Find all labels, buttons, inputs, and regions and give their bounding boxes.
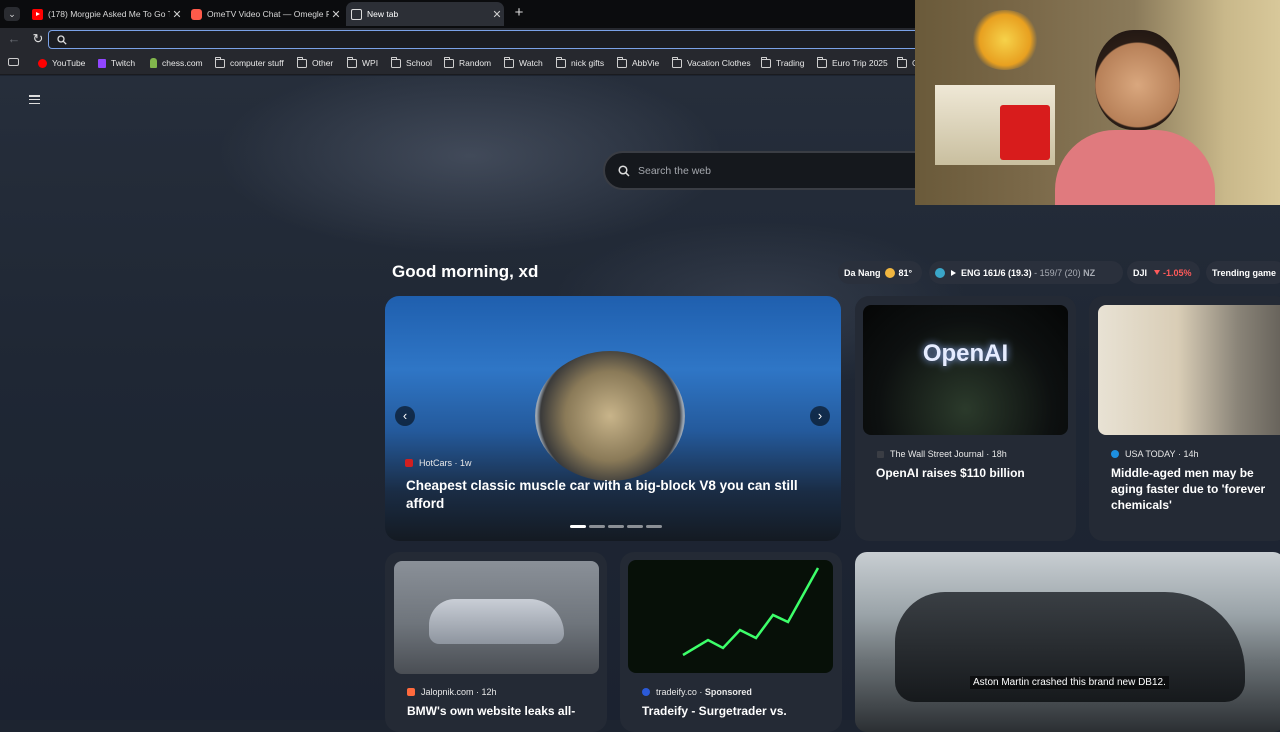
- bookmark-folder[interactable]: computer stuff: [215, 56, 284, 70]
- bookmark-folder[interactable]: WPI: [347, 56, 378, 70]
- reading-list-icon[interactable]: [8, 58, 19, 66]
- bookmark-folder[interactable]: Other: [297, 56, 333, 70]
- youtube-icon: [32, 8, 43, 20]
- reload-icon[interactable]: ↻: [30, 31, 46, 47]
- green-chart-image: [628, 560, 833, 673]
- news-card-bmw[interactable]: Jalopnik.com · 12h BMW's own website lea…: [385, 552, 607, 732]
- news-card-openai[interactable]: OpenAI The Wall Street Journal · 18h Ope…: [855, 296, 1076, 541]
- youtube-icon: [38, 58, 47, 68]
- tradeify-icon: [642, 688, 650, 696]
- carousel-dots[interactable]: [570, 525, 662, 528]
- bookmark-chess[interactable]: chess.com: [150, 56, 203, 70]
- tab-close-icon[interactable]: ✕: [170, 8, 184, 21]
- usatoday-icon: [1111, 450, 1119, 458]
- weather-pill[interactable]: Da Nang 81°: [838, 261, 922, 284]
- tab-youtube[interactable]: (178) Morgpie Asked Me To Go To ✕: [28, 2, 184, 26]
- live-play-icon: [951, 269, 956, 276]
- trending-pill[interactable]: Trending game: [1206, 261, 1280, 284]
- news-source: USA TODAY · 14h: [1111, 449, 1199, 459]
- tab-title: (178) Morgpie Asked Me To Go To: [48, 9, 170, 19]
- folder-icon: [761, 56, 771, 68]
- news-headline: OpenAI raises $110 billion: [876, 466, 1025, 480]
- tab-close-icon[interactable]: ✕: [329, 8, 343, 21]
- new-tab-icon: [351, 8, 362, 20]
- folder-icon: [297, 56, 307, 68]
- tab-list-chevron-icon[interactable]: ⌄: [4, 7, 20, 21]
- car-headlight-image: [535, 351, 685, 481]
- weather-icon: [884, 267, 895, 278]
- bookmark-folder[interactable]: School: [391, 56, 432, 70]
- tab-new-tab[interactable]: New tab ✕: [346, 2, 504, 26]
- down-triangle-icon: [1154, 270, 1161, 275]
- search-icon: [618, 165, 630, 177]
- folder-icon: [672, 56, 682, 68]
- sponsored-card-tradeify[interactable]: tradeify.co · Sponsored Tradeify - Surge…: [620, 552, 842, 732]
- jalopnik-icon: [407, 688, 415, 696]
- search-icon: [57, 34, 67, 45]
- greeting: Good morning, xd: [392, 262, 539, 281]
- tab-ometv[interactable]: OmeTV Video Chat — Omegle Ra ✕: [187, 2, 343, 26]
- person-image: [1055, 20, 1215, 205]
- news-headline: Tradeify - Surgetrader vs.: [642, 704, 787, 718]
- folder-icon: [817, 56, 827, 68]
- news-source: tradeify.co · Sponsored: [642, 687, 752, 697]
- previous-slide-button[interactable]: ‹: [395, 406, 415, 426]
- folder-icon: [504, 56, 514, 68]
- bookmark-folder[interactable]: Random: [444, 56, 491, 70]
- tab-title: New tab: [367, 9, 399, 19]
- webcam-overlay: [915, 0, 1280, 205]
- web-search-box[interactable]: Search the web: [603, 151, 943, 190]
- news-headline: Middle-aged men may be aging faster due …: [1111, 466, 1266, 512]
- ometv-icon: [191, 8, 202, 20]
- bmw-car-image: [394, 561, 599, 674]
- hero-headline: Cheapest classic muscle car with a big-b…: [406, 478, 798, 511]
- news-source: Jalopnik.com · 12h: [407, 687, 497, 697]
- openai-logo-text: OpenAI: [922, 340, 1009, 367]
- bookmark-folder[interactable]: AbbVie: [617, 56, 659, 70]
- news-headline: BMW's own website leaks all-: [407, 704, 576, 718]
- tab-title: OmeTV Video Chat — Omegle Ra: [207, 9, 329, 19]
- back-arrow-icon[interactable]: ←: [6, 31, 22, 47]
- video-card-aston-martin[interactable]: [855, 552, 1280, 732]
- folder-icon: [347, 56, 357, 68]
- folder-icon: [897, 56, 907, 68]
- bookmark-youtube[interactable]: YouTube: [38, 56, 85, 70]
- bookmark-folder[interactable]: Watch: [504, 56, 543, 70]
- folder-icon: [556, 56, 566, 68]
- search-placeholder: Search the web: [638, 165, 711, 177]
- new-tab-plus-icon[interactable]: +: [511, 5, 527, 21]
- bookmark-folder[interactable]: Trading: [761, 56, 805, 70]
- bookmark-folder[interactable]: Vacation Clothes: [672, 56, 751, 70]
- twitch-icon: [98, 58, 106, 68]
- folder-icon: [617, 56, 627, 68]
- cricket-icon: [935, 267, 945, 278]
- red-envelope-image: [1000, 105, 1050, 160]
- flower-decoration-image: [970, 10, 1040, 70]
- bookmark-folder[interactable]: nick gifts: [556, 56, 604, 70]
- chess-icon: [150, 58, 157, 68]
- bookmark-twitch[interactable]: Twitch: [98, 56, 135, 70]
- tab-close-icon[interactable]: ✕: [490, 8, 504, 21]
- video-subtitle: Aston Martin crashed this brand new DB12…: [970, 676, 1169, 689]
- folder-icon: [215, 56, 225, 68]
- hero-news-card[interactable]: ‹ › HotCars · 1w Cheapest classic muscle…: [385, 296, 841, 541]
- hotcars-icon: [405, 459, 413, 467]
- man-on-couch-image: [1098, 305, 1280, 435]
- cricket-score-pill[interactable]: ENG 161/6 (19.3) - 159/7 (20) NZ: [929, 261, 1123, 284]
- folder-icon: [391, 56, 401, 68]
- news-source: The Wall Street Journal · 18h: [877, 449, 1007, 459]
- green-line-graphic: [682, 567, 820, 657]
- stock-pill[interactable]: DJI -1.05%: [1127, 261, 1200, 284]
- news-source: HotCars · 1w: [405, 458, 472, 468]
- news-card-usatoday[interactable]: USA TODAY · 14h Middle-aged men may be a…: [1089, 296, 1280, 541]
- folder-icon: [444, 56, 454, 68]
- next-slide-button[interactable]: ›: [810, 406, 830, 426]
- bookmark-folder[interactable]: Euro Trip 2025: [817, 56, 888, 70]
- openai-stage-image: OpenAI: [863, 305, 1068, 435]
- hamburger-menu-icon[interactable]: [29, 95, 40, 105]
- address-bar[interactable]: [48, 30, 948, 49]
- wsj-icon: [877, 450, 884, 458]
